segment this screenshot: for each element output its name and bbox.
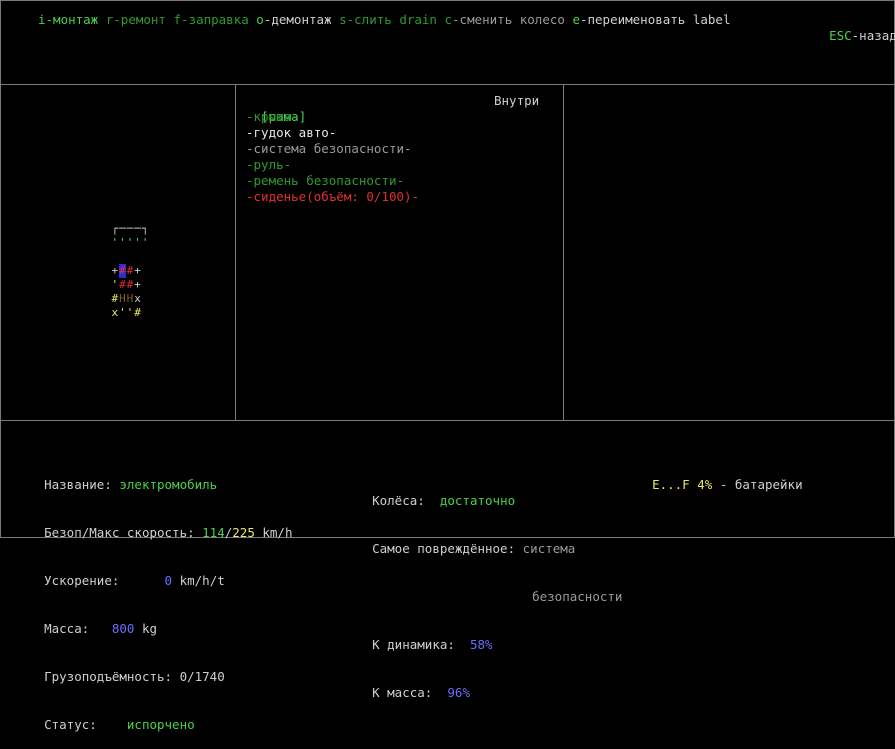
hotkey-label: -переименовать — [579, 12, 686, 27]
hotkey-2[interactable]: f-заправка — [174, 12, 249, 27]
part-location: Внутри — [494, 93, 540, 108]
escape-label: -назад — [851, 28, 895, 43]
part-item[interactable]: -крыша- — [246, 109, 419, 125]
stats-right: Колёса: достаточно Самое повреждённое: с… — [342, 445, 622, 701]
hotkey-bar: i-монтаж r-ремонт f-заправка o-демонтаж … — [38, 12, 731, 28]
hotkey-label: -слить — [346, 12, 392, 27]
hotkey-5[interactable]: drain — [399, 12, 437, 27]
vehicle-tile[interactable]: # — [126, 278, 134, 292]
stat-k-mass: К масса: 96% — [372, 685, 470, 700]
most-damaged-value-cont: безопасности — [532, 589, 623, 604]
hotkey-label: -монтаж — [45, 12, 99, 27]
hotkey-8[interactable]: label — [693, 12, 731, 27]
vehicle-row: +##+ — [111, 264, 149, 278]
vehicle-row: #HHx — [111, 292, 149, 306]
escape-hotkey[interactable]: ESC-назад — [814, 12, 895, 44]
vehicle-row: '##+ — [111, 278, 149, 292]
capacity-value: 0/1740 — [179, 669, 225, 684]
vehicle-tile[interactable]: ' — [111, 278, 119, 292]
hotkey-key: s — [339, 12, 347, 27]
hotkey-key: o — [256, 12, 264, 27]
vehicle-tile[interactable]: ' — [126, 306, 134, 320]
hotkey-key: drain — [399, 12, 437, 27]
part-item[interactable]: -ремень безопасности- — [246, 173, 419, 189]
part-item[interactable]: -система безопасности- — [246, 141, 419, 157]
vehicle-tile[interactable]: # — [119, 278, 127, 292]
vehicle-map[interactable]: ┌───┐ ''''' +##+ '##+ #HHx x''# — [111, 222, 149, 320]
vehicle-row: x''# — [111, 306, 149, 320]
acceleration-value: 0 — [164, 573, 173, 588]
vehicle-tile[interactable]: ' — [119, 236, 127, 250]
vehicle-tile[interactable]: # — [111, 292, 119, 306]
wheels-value: достаточно — [439, 493, 516, 508]
status-value: испорчено — [126, 717, 195, 732]
vehicle-tile[interactable]: H — [119, 292, 127, 306]
fuel-type: - батарейки — [719, 477, 803, 492]
mass-value: 800 — [111, 621, 135, 636]
detail-pane — [563, 84, 895, 421]
part-item[interactable]: -руль- — [246, 157, 419, 173]
vehicle-row: ┌───┐ — [111, 222, 149, 236]
vehicle-tile[interactable]: ─ — [126, 222, 134, 236]
vehicle-tile[interactable]: # — [118, 264, 127, 278]
hotkey-1[interactable]: r-ремонт — [106, 12, 166, 27]
part-item[interactable]: -гудок авто- — [246, 125, 419, 141]
vehicle-tile[interactable]: H — [126, 292, 134, 306]
stat-name: Название: электромобиль — [44, 477, 218, 492]
stat-wheels: Колёса: достаточно — [372, 493, 516, 508]
most-damaged-value: система — [522, 541, 576, 556]
hotkey-key: f — [173, 12, 182, 27]
hotkey-label: -ремонт — [113, 12, 166, 27]
stat-speed: Безоп/Макс скорость: 114/225 km/h — [44, 525, 293, 540]
hotkey-6[interactable]: c-сменить колесо — [444, 12, 564, 27]
vehicle-tile[interactable]: ' — [111, 236, 119, 250]
vehicle-row: ''''' — [111, 236, 149, 250]
vehicle-tile[interactable]: + — [134, 264, 142, 278]
fuel-percent: 4% — [697, 477, 713, 492]
stat-most-damaged: Самое повреждённое: система — [372, 541, 576, 556]
stat-capacity: Грузоподъёмность: 0/1740 — [44, 669, 225, 684]
stats-left: Название: электромобиль Безоп/Макс скоро… — [14, 429, 292, 733]
vehicle-tile[interactable]: ─ — [134, 222, 142, 236]
vehicle-name: электромобиль — [119, 477, 218, 492]
vehicle-tile[interactable] — [111, 250, 119, 264]
vehicle-tile[interactable]: x — [134, 292, 142, 306]
vehicle-tile[interactable]: ─ — [119, 222, 127, 236]
vehicle-tile[interactable]: ' — [141, 236, 149, 250]
vehicle-tile[interactable]: ' — [126, 236, 134, 250]
hotkey-7[interactable]: e-переименовать — [572, 12, 685, 27]
hotkey-key: e — [572, 12, 580, 27]
stat-mass: Масса: 800 kg — [44, 621, 158, 636]
hotkey-label: -демонтаж — [263, 12, 332, 27]
k-mass-value: 96% — [447, 685, 470, 700]
vehicle-tile[interactable]: ' — [119, 306, 127, 320]
stat-acceleration: Ускорение: 0 km/h/t — [44, 573, 225, 588]
escape-key: ESC — [829, 28, 852, 43]
k-dynamics-value: 58% — [469, 637, 493, 652]
vehicle-row — [111, 250, 149, 264]
hotkey-key: label — [692, 12, 731, 27]
stat-k-dynamics: К динамика: 58% — [372, 637, 493, 652]
vehicle-tile[interactable]: ┐ — [141, 222, 149, 236]
fuel-indicator: E...F 4% - батарейки — [637, 461, 803, 493]
vehicle-tile[interactable]: + — [134, 278, 142, 292]
vehicle-tile[interactable]: # — [134, 306, 142, 320]
stat-status: Статус: испорчено — [44, 717, 195, 732]
hotkey-label: -заправка — [181, 12, 249, 27]
hotkey-4[interactable]: s-слить — [339, 12, 392, 27]
vehicle-tile[interactable]: ┌ — [111, 222, 119, 236]
hotkey-0[interactable]: i-монтаж — [38, 12, 98, 27]
hotkey-label: -сменить колесо — [452, 12, 565, 27]
part-item[interactable]: -сиденье(объём: 0/100)- — [246, 189, 419, 205]
vehicle-tile[interactable]: # — [126, 264, 134, 278]
vehicle-tile[interactable]: ' — [134, 236, 142, 250]
vehicle-tile[interactable]: x — [111, 306, 119, 320]
parts-list: -крыша- -гудок авто- -система безопасности… — [246, 109, 419, 205]
hotkey-key: i — [38, 12, 46, 27]
hotkey-key: c — [444, 12, 453, 27]
fuel-range: E...F — [652, 477, 690, 492]
vehicle-tile[interactable]: + — [111, 264, 119, 278]
hotkey-3[interactable]: o-демонтаж — [256, 12, 331, 27]
